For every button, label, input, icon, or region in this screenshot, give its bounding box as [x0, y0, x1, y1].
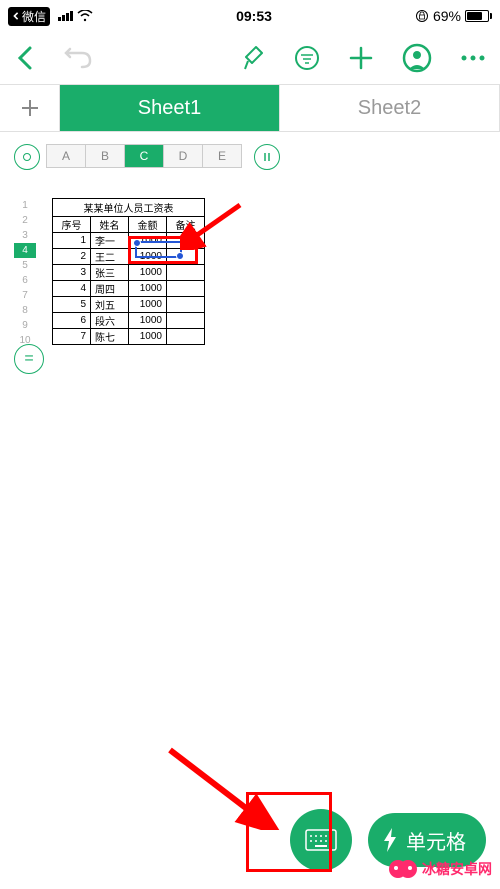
- status-right: 69%: [415, 8, 492, 24]
- row-num-4[interactable]: 4: [14, 243, 36, 258]
- col-header-b[interactable]: B: [85, 144, 125, 168]
- keyboard-fab[interactable]: [290, 809, 352, 871]
- watermark-icon: [388, 857, 418, 881]
- col-header-d[interactable]: D: [163, 144, 203, 168]
- select-all-button[interactable]: [14, 144, 40, 170]
- annotation-arrow-cell: [180, 200, 250, 250]
- row-num-3[interactable]: 3: [14, 228, 36, 243]
- format-brush-button[interactable]: [242, 45, 266, 71]
- tab-sheet1[interactable]: Sheet1: [60, 85, 280, 131]
- col-header-e[interactable]: E: [202, 144, 242, 168]
- back-app-label: 微信: [22, 8, 46, 25]
- tab-sheet2[interactable]: Sheet2: [280, 85, 500, 131]
- table-row: 5刘五1000: [53, 297, 205, 313]
- cell-fab-label: 单元格: [406, 826, 466, 855]
- orientation-lock-icon: [415, 9, 429, 23]
- sheet-tabs: Sheet1 Sheet2: [0, 84, 500, 132]
- table-row: 6段六1000: [53, 313, 205, 329]
- back-button[interactable]: [14, 44, 36, 72]
- col-header-c[interactable]: C: [124, 144, 164, 168]
- app-toolbar: [0, 32, 500, 84]
- formula-button[interactable]: =: [14, 344, 44, 374]
- row-num-6[interactable]: 6: [14, 273, 36, 288]
- keyboard-icon: [305, 829, 337, 851]
- row-numbers: 1 2 3 4 5 6 7 8 9 10: [14, 198, 36, 348]
- status-left: 微信: [8, 7, 93, 26]
- status-time: 09:53: [236, 8, 272, 24]
- row-num-8[interactable]: 8: [14, 303, 36, 318]
- hdr-no[interactable]: 序号: [53, 217, 91, 233]
- annotation-arrow-keyboard: [160, 740, 280, 830]
- spreadsheet-grid: 1 2 3 4 5 6 7 8 9 10 某某单位人员工资表 序号 姓名 金额 …: [14, 198, 500, 348]
- status-bar: 微信 09:53 69%: [0, 0, 500, 32]
- col-header-a[interactable]: A: [46, 144, 86, 168]
- row-num-9[interactable]: 9: [14, 318, 36, 333]
- signal-icon: [58, 11, 73, 21]
- lightning-icon: [382, 828, 398, 852]
- add-button[interactable]: [348, 45, 374, 71]
- column-header-area: A B C D E: [0, 132, 500, 182]
- wifi-icon: [77, 10, 93, 22]
- add-sheet-button[interactable]: [0, 85, 60, 131]
- hdr-amount[interactable]: 金额: [129, 217, 167, 233]
- row-num-1[interactable]: 1: [14, 198, 36, 213]
- profile-button[interactable]: [402, 43, 432, 73]
- pause-button[interactable]: [254, 144, 280, 170]
- more-button[interactable]: [460, 54, 486, 62]
- filter-button[interactable]: [294, 45, 320, 71]
- watermark: 冰糖安卓网: [388, 857, 492, 881]
- battery-pct: 69%: [433, 8, 461, 24]
- table-row: 4周四1000: [53, 281, 205, 297]
- row-num-7[interactable]: 7: [14, 288, 36, 303]
- back-to-app[interactable]: 微信: [8, 7, 50, 26]
- battery-icon: [465, 10, 492, 22]
- watermark-text: 冰糖安卓网: [422, 859, 492, 879]
- row-num-2[interactable]: 2: [14, 213, 36, 228]
- table-row: 3张三1000: [53, 265, 205, 281]
- undo-button[interactable]: [64, 47, 94, 69]
- table-row: 2王二1000: [53, 249, 205, 265]
- column-headers: A B C D E: [46, 144, 242, 168]
- hdr-name[interactable]: 姓名: [91, 217, 129, 233]
- row-num-5[interactable]: 5: [14, 258, 36, 273]
- table-row: 7陈七1000: [53, 329, 205, 345]
